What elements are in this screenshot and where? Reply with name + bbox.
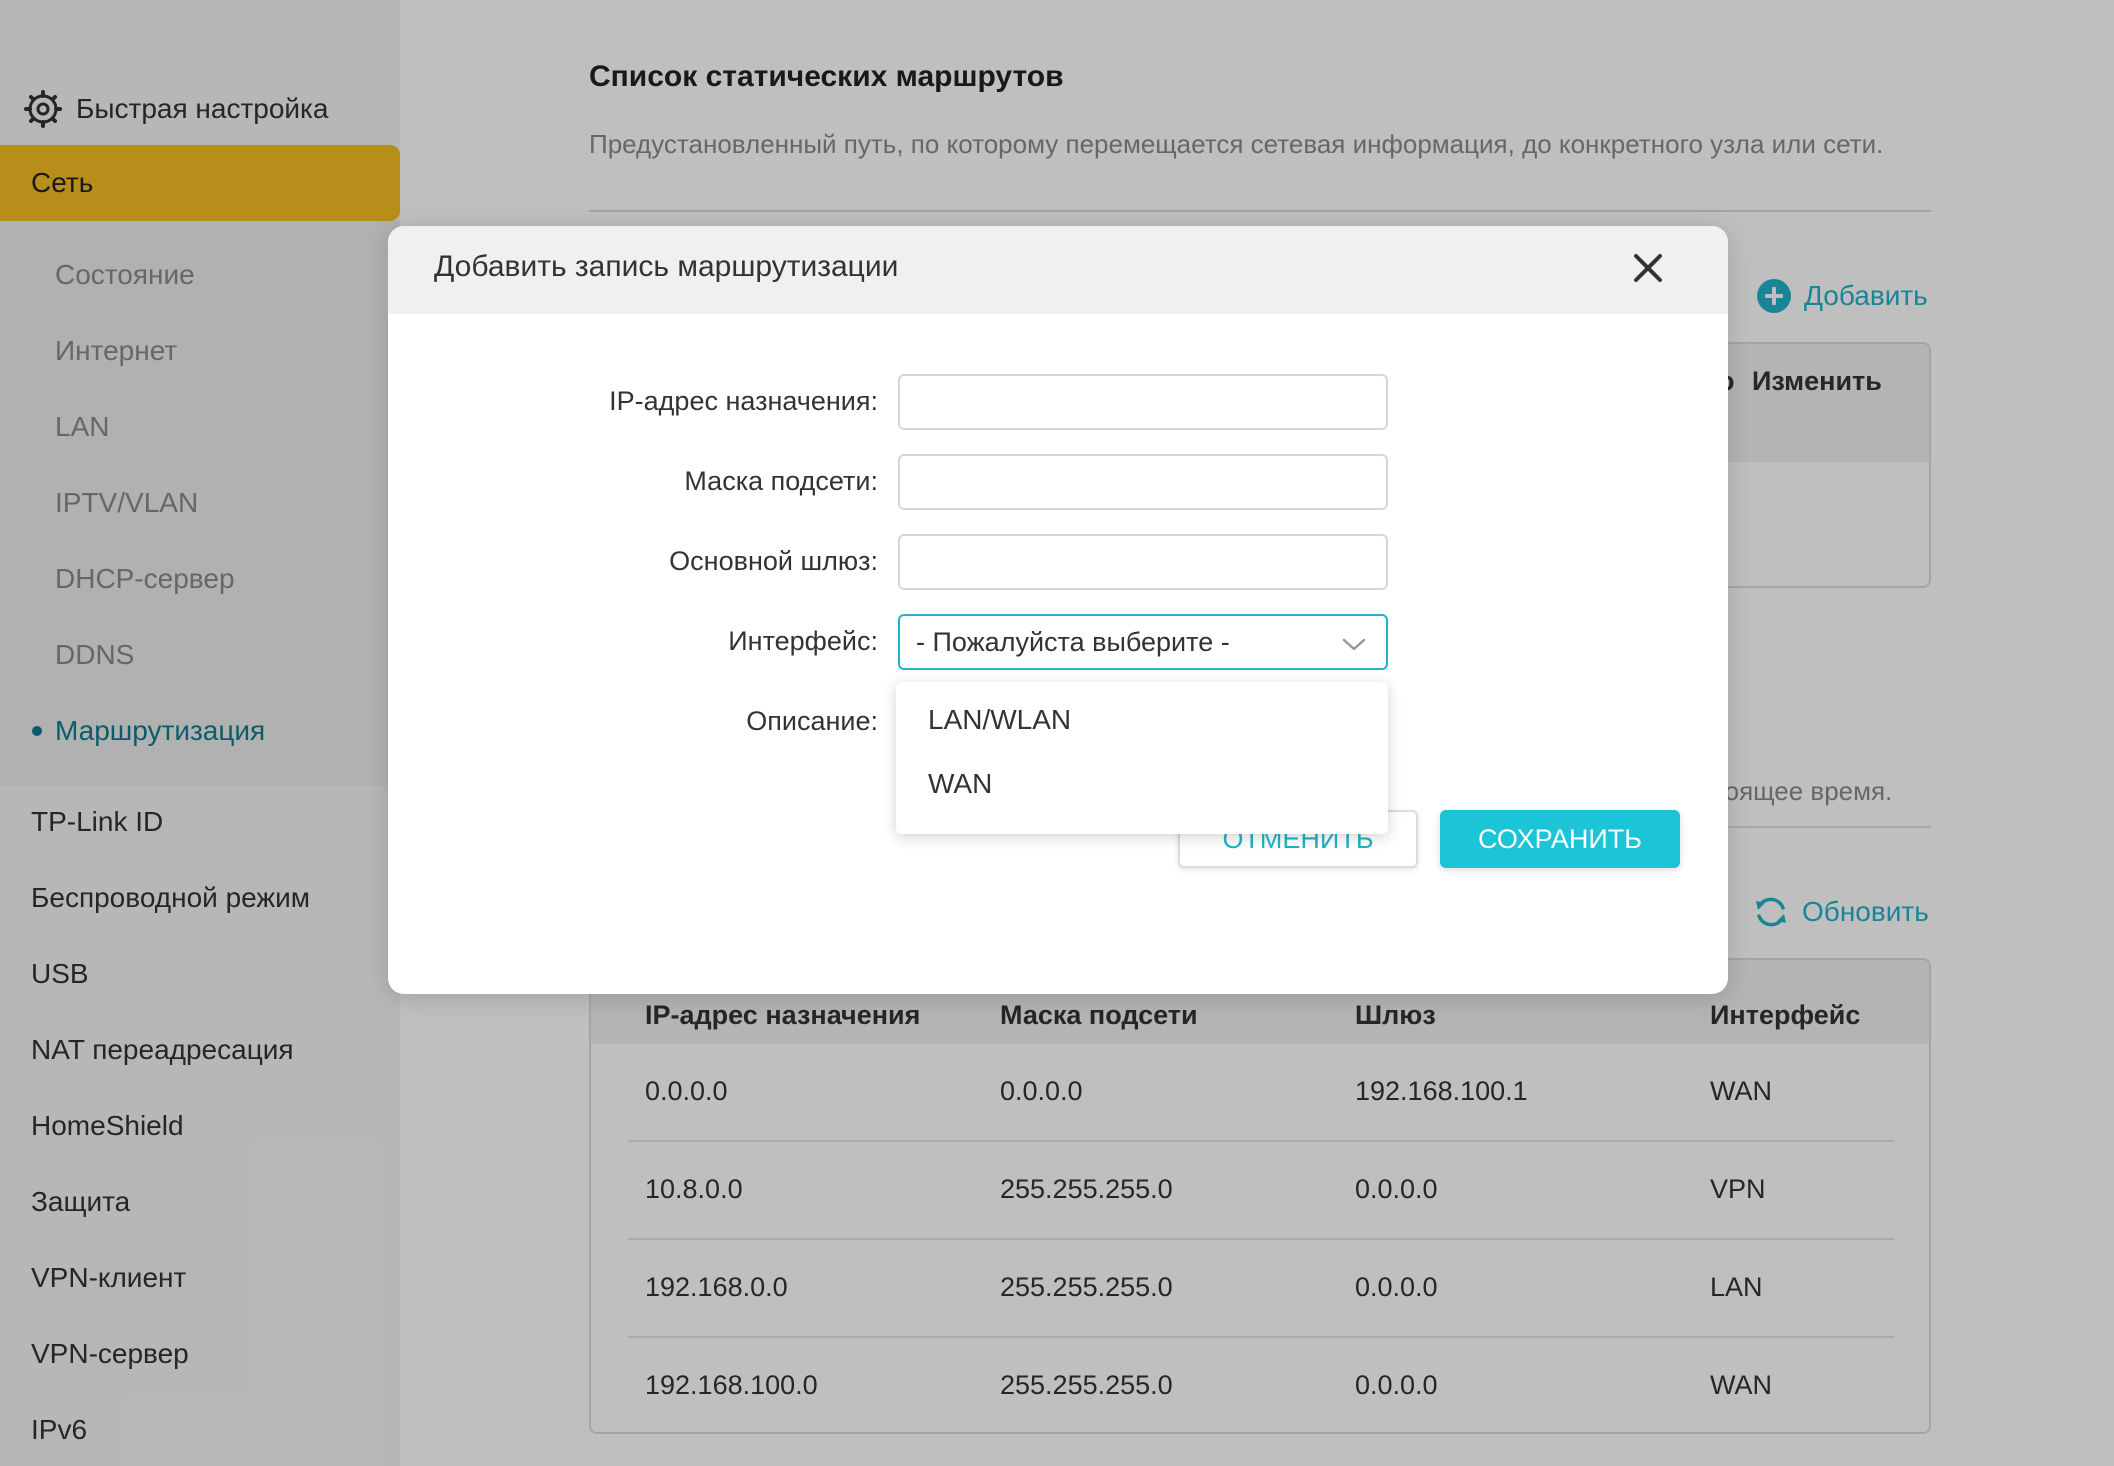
dest-ip-input[interactable] — [898, 374, 1388, 430]
interface-selected-value: - Пожалуйста выберите - — [916, 626, 1230, 657]
save-button[interactable]: СОХРАНИТЬ — [1440, 810, 1680, 868]
interface-dropdown-menu: LAN/WLAN WAN — [896, 682, 1388, 834]
gateway-label: Основной шлюз: — [669, 546, 878, 576]
dropdown-option-wan[interactable]: WAN — [928, 768, 992, 800]
subnet-mask-input[interactable] — [898, 454, 1388, 510]
dialog-title: Добавить запись маршрутизации — [434, 250, 899, 283]
interface-label: Интерфейс: — [728, 626, 878, 656]
add-route-dialog: Добавить запись маршрутизации IP-адрес н… — [388, 226, 1728, 994]
description-label: Описание: — [746, 706, 878, 736]
chevron-down-icon — [1342, 638, 1366, 651]
interface-select[interactable]: - Пожалуйста выберите - — [898, 614, 1388, 670]
dropdown-option-lan-wlan[interactable]: LAN/WLAN — [928, 704, 1071, 736]
dest-ip-label: IP-адрес назначения: — [609, 386, 878, 416]
gateway-input[interactable] — [898, 534, 1388, 590]
close-icon[interactable] — [1628, 248, 1668, 288]
subnet-mask-label: Маска подсети: — [684, 466, 878, 496]
